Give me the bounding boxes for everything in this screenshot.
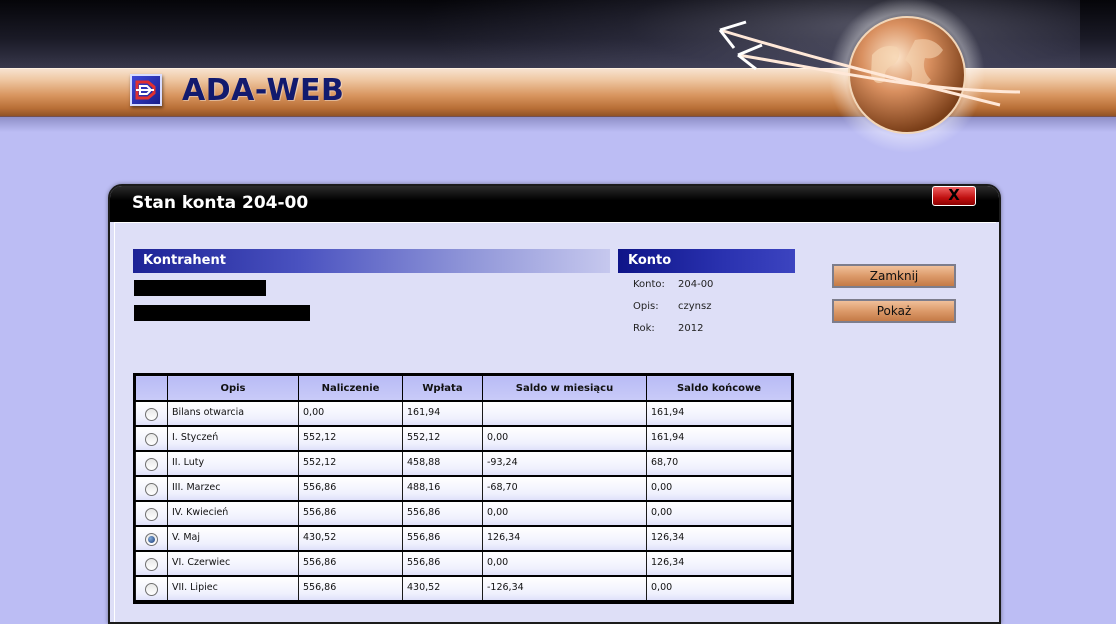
- col-header-saldo-miesiac: Saldo w miesiącu: [482, 375, 647, 402]
- row-radio-button[interactable]: [145, 457, 158, 471]
- col-header-select: [135, 375, 168, 402]
- row-radio-button[interactable]: [145, 432, 158, 446]
- account-table: Opis Naliczenie Wpłata Saldo w miesiącu …: [133, 373, 794, 604]
- cell-wplata: 161,94: [402, 400, 483, 427]
- cell-naliczenie: 0,00: [298, 400, 403, 427]
- row-radio-button[interactable]: [145, 507, 158, 521]
- row-radio-button[interactable]: [145, 557, 158, 571]
- col-header-wplata: Wpłata: [402, 375, 483, 402]
- redacted-contractor-address: [134, 305, 310, 321]
- cell-opis: VII. Lipiec: [167, 575, 299, 602]
- col-header-opis: Opis: [167, 375, 299, 402]
- cell-wplata: 556,86: [402, 500, 483, 527]
- table-row[interactable]: IV. Kwiecień 556,86 556,86 0,00 0,00: [135, 500, 792, 527]
- cell-naliczenie: 556,86: [298, 575, 403, 602]
- table-row[interactable]: V. Maj 430,52 556,86 126,34 126,34: [135, 525, 792, 552]
- opis-value: czynsz: [678, 301, 712, 312]
- row-select-cell: [135, 575, 168, 602]
- konto-heading: Konto: [618, 249, 795, 273]
- row-select-cell: [135, 525, 168, 552]
- cell-naliczenie: 552,12: [298, 425, 403, 452]
- konto-value: 204-00: [678, 279, 714, 290]
- cell-naliczenie: 430,52: [298, 525, 403, 552]
- cell-saldo-koncowe: 126,34: [646, 525, 792, 552]
- col-header-naliczenie: Naliczenie: [298, 375, 403, 402]
- rok-label: Rok:: [633, 323, 655, 334]
- konto-label: Konto:: [633, 279, 665, 290]
- cell-saldo-miesiac: 0,00: [482, 550, 647, 577]
- globe-icon: [718, 0, 1021, 153]
- cell-naliczenie: 556,86: [298, 500, 403, 527]
- row-select-cell: [135, 475, 168, 502]
- rok-value: 2012: [678, 323, 704, 334]
- cell-wplata: 556,86: [402, 550, 483, 577]
- row-radio-button[interactable]: [145, 407, 158, 421]
- table-header-row: Opis Naliczenie Wpłata Saldo w miesiącu …: [135, 375, 792, 402]
- close-icon: X: [948, 186, 960, 204]
- cell-saldo-miesiac: 0,00: [482, 500, 647, 527]
- cell-naliczenie: 556,86: [298, 550, 403, 577]
- cell-opis: II. Luty: [167, 450, 299, 477]
- pokaz-button[interactable]: Pokaż: [832, 299, 956, 323]
- cell-naliczenie: 552,12: [298, 450, 403, 477]
- cell-saldo-koncowe: 161,94: [646, 400, 792, 427]
- cell-saldo-koncowe: 68,70: [646, 450, 792, 477]
- table-row[interactable]: VI. Czerwiec 556,86 556,86 0,00 126,34: [135, 550, 792, 577]
- table-row[interactable]: VII. Lipiec 556,86 430,52 -126,34 0,00: [135, 575, 792, 602]
- app-logo-icon: [130, 74, 162, 106]
- cell-naliczenie: 556,86: [298, 475, 403, 502]
- account-status-window: Stan konta 204-00 X Kontrahent Konto Kon…: [108, 184, 1001, 624]
- cell-saldo-koncowe: 126,34: [646, 550, 792, 577]
- cell-saldo-koncowe: 0,00: [646, 575, 792, 602]
- row-radio-button[interactable]: [145, 482, 158, 496]
- window-body: Kontrahent Konto Konto: 204-00 Opis: czy…: [114, 222, 996, 622]
- opis-label: Opis:: [633, 301, 659, 312]
- cell-opis: Bilans otwarcia: [167, 400, 299, 427]
- cell-opis: I. Styczeń: [167, 425, 299, 452]
- table-row[interactable]: II. Luty 552,12 458,88 -93,24 68,70: [135, 450, 792, 477]
- cell-wplata: 488,16: [402, 475, 483, 502]
- cell-saldo-miesiac: -126,34: [482, 575, 647, 602]
- table-row[interactable]: III. Marzec 556,86 488,16 -68,70 0,00: [135, 475, 792, 502]
- cell-wplata: 430,52: [402, 575, 483, 602]
- cell-saldo-miesiac: 126,34: [482, 525, 647, 552]
- row-radio-button[interactable]: [145, 582, 158, 596]
- cell-opis: V. Maj: [167, 525, 299, 552]
- app-title: ADA-WEB: [182, 73, 345, 108]
- close-window-button[interactable]: X: [932, 186, 976, 206]
- table-row[interactable]: I. Styczeń 552,12 552,12 0,00 161,94: [135, 425, 792, 452]
- cell-opis: VI. Czerwiec: [167, 550, 299, 577]
- row-radio-button[interactable]: [145, 532, 158, 546]
- row-select-cell: [135, 425, 168, 452]
- cell-saldo-miesiac: [482, 400, 647, 427]
- col-header-saldo-koncowe: Saldo końcowe: [646, 375, 792, 402]
- redacted-contractor-name: [134, 280, 266, 296]
- kontrahent-heading: Kontrahent: [133, 249, 610, 273]
- cell-wplata: 552,12: [402, 425, 483, 452]
- cell-opis: IV. Kwiecień: [167, 500, 299, 527]
- cell-wplata: 458,88: [402, 450, 483, 477]
- cell-saldo-miesiac: 0,00: [482, 425, 647, 452]
- window-titlebar: Stan konta 204-00 X: [110, 186, 999, 222]
- row-select-cell: [135, 500, 168, 527]
- zamknij-button[interactable]: Zamknij: [832, 264, 956, 288]
- row-select-cell: [135, 550, 168, 577]
- cell-wplata: 556,86: [402, 525, 483, 552]
- cell-saldo-koncowe: 0,00: [646, 500, 792, 527]
- cell-saldo-koncowe: 161,94: [646, 425, 792, 452]
- cell-opis: III. Marzec: [167, 475, 299, 502]
- row-select-cell: [135, 400, 168, 427]
- cell-saldo-miesiac: -93,24: [482, 450, 647, 477]
- cell-saldo-koncowe: 0,00: [646, 475, 792, 502]
- window-title: Stan konta 204-00: [132, 193, 309, 213]
- table-row[interactable]: Bilans otwarcia 0,00 161,94 161,94: [135, 400, 792, 427]
- row-select-cell: [135, 450, 168, 477]
- cell-saldo-miesiac: -68,70: [482, 475, 647, 502]
